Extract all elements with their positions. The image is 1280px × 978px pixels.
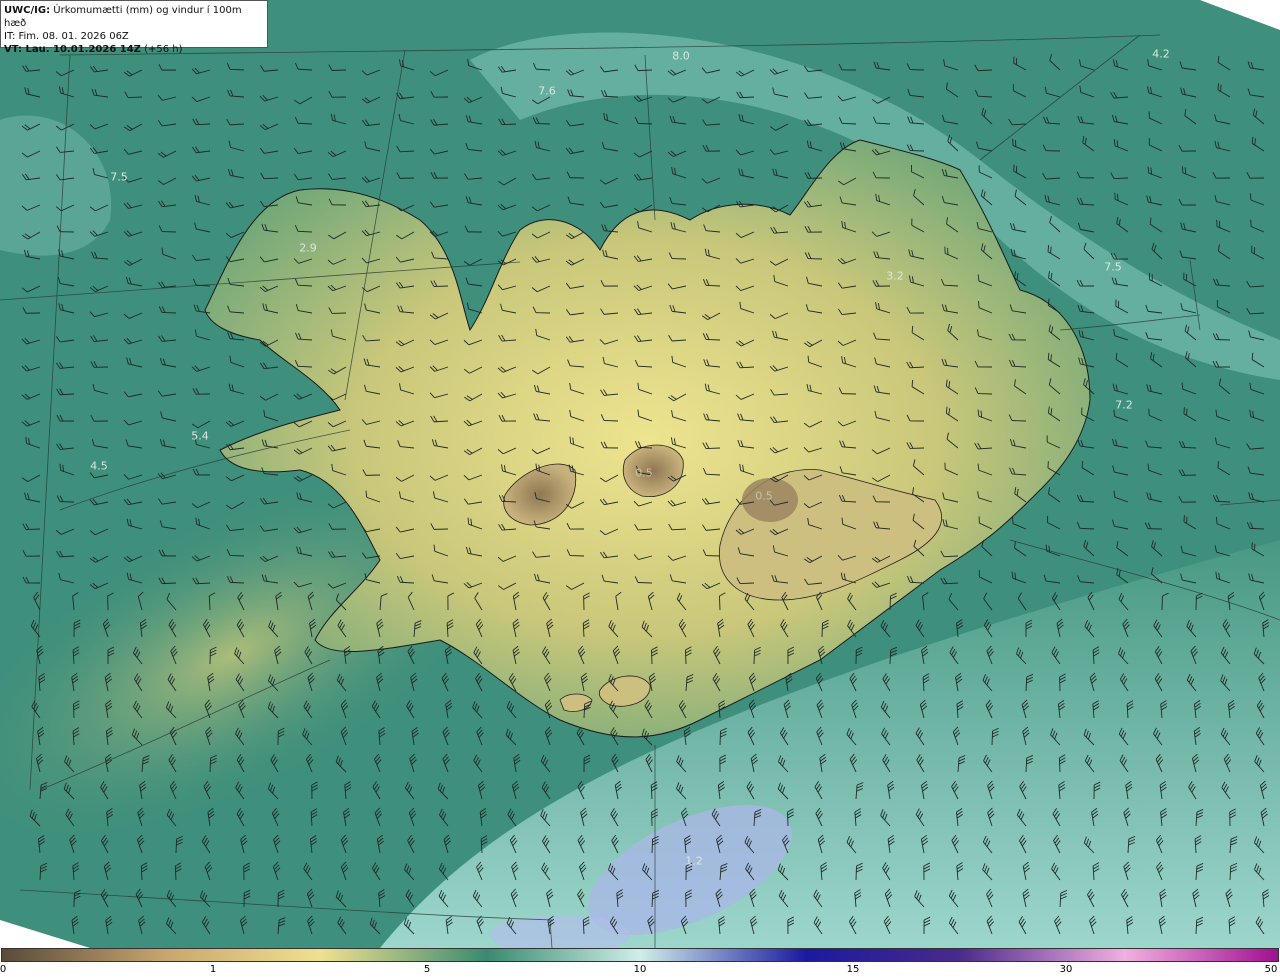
colorbar-tick: 10	[633, 964, 647, 975]
value-label: 0.5	[635, 466, 653, 480]
init-time: IT: Fim. 08. 01. 2026 06Z	[4, 31, 129, 42]
valid-offset: (+56 h)	[144, 44, 183, 55]
title-line: UWC/IG: Úrkomumætti (mm) og vindur í 100…	[4, 4, 264, 30]
colorbar-strip	[1, 948, 1279, 962]
value-label: 4.2	[1152, 47, 1170, 61]
colorbar-tick: 0	[0, 964, 7, 975]
value-label: 7.6	[538, 84, 556, 98]
value-label: 3.2	[886, 269, 904, 283]
colorbar-tick: 5	[423, 964, 431, 975]
value-label: 2.9	[299, 241, 317, 255]
colorbar-tick: 50	[1264, 964, 1278, 975]
value-label: 4.5	[90, 459, 108, 473]
value-label: 7.5	[1104, 260, 1122, 274]
value-label: 7.2	[1115, 398, 1133, 412]
product-label: UWC/IG:	[4, 5, 51, 16]
map-title-box: UWC/IG: Úrkomumætti (mm) og vindur í 100…	[0, 0, 268, 55]
value-label: 0.5	[755, 489, 773, 503]
value-label: 7.5	[110, 170, 128, 184]
colorbar: 0 1 5 10 15 30 50	[0, 948, 1280, 978]
colorbar-tick: 1	[209, 964, 217, 975]
colorbar-tick: 15	[846, 964, 860, 975]
value-label: 5.4	[191, 429, 209, 443]
colorbar-tick: 30	[1059, 964, 1073, 975]
valid-line: VT: Lau. 10.01.2026 14Z (+56 h)	[4, 43, 264, 56]
value-label: 8.0	[672, 49, 690, 63]
valid-time: VT: Lau. 10.01.2026 14Z	[4, 44, 141, 55]
value-label: 1.2	[685, 854, 703, 868]
weather-map: UWC/IG: Úrkomumætti (mm) og vindur í 100…	[0, 0, 1280, 948]
